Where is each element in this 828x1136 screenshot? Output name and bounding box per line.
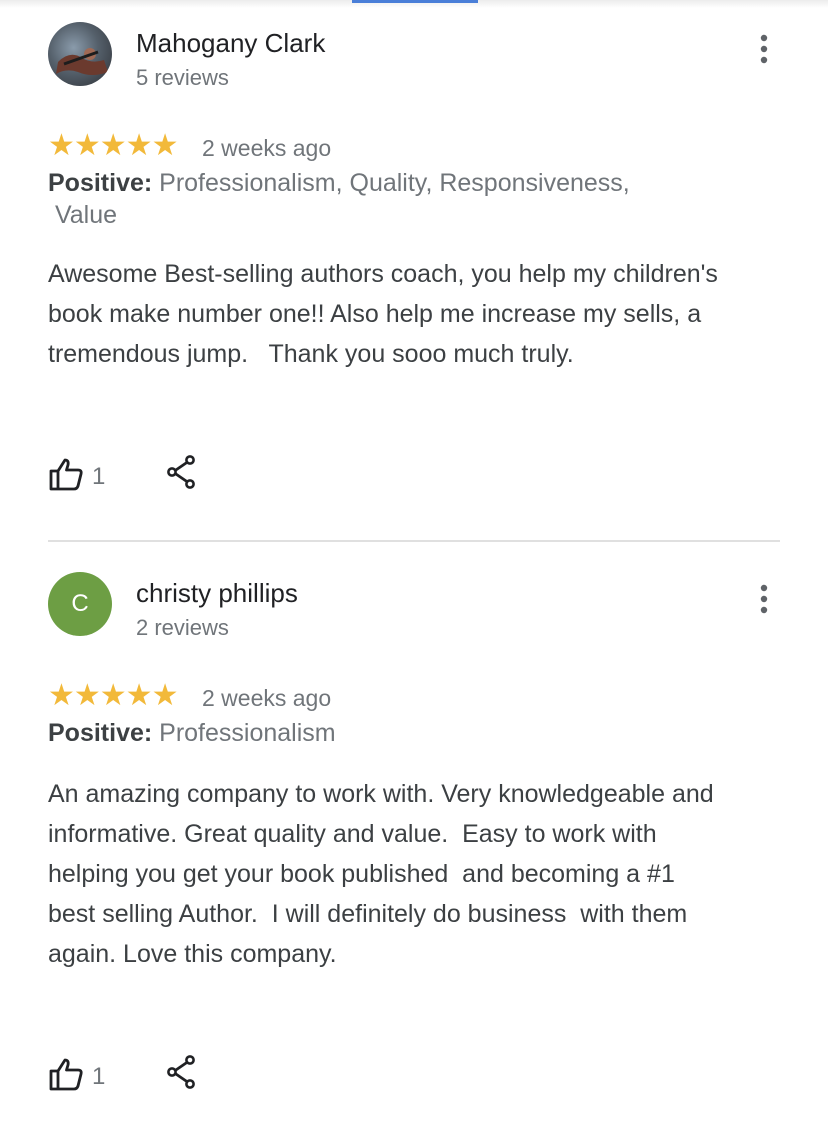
star-rating: ★★★★★: [48, 679, 178, 712]
reviewer-name[interactable]: Mahogany Clark: [136, 28, 325, 58]
like-count: 1: [92, 1063, 106, 1090]
like-button[interactable]: [48, 1056, 84, 1092]
tab-indicator: [352, 0, 478, 3]
reviewer-review-count[interactable]: 5 reviews: [136, 65, 229, 91]
positive-label: Positive:: [48, 719, 153, 747]
more-vert-icon: [760, 584, 768, 614]
share-icon: [167, 455, 195, 489]
reviewer-name[interactable]: christy phillips: [136, 578, 298, 608]
share-button[interactable]: [166, 455, 198, 489]
reviewer-review-count[interactable]: 2 reviews: [136, 615, 229, 641]
review-date: 2 weeks ago: [202, 685, 332, 711]
review-text: An amazing company to work with. Very kn…: [48, 780, 721, 968]
positive-label: Positive:: [48, 169, 153, 197]
more-vert-icon: [760, 34, 768, 64]
profile-photo-icon: [56, 48, 108, 75]
review-divider: [48, 540, 780, 542]
thumb-up-icon: [49, 458, 83, 491]
positive-attributes: Positive: Professionalism, Quality, Resp…: [48, 167, 728, 231]
review-text: Awesome Best-selling authors coach, you …: [48, 260, 725, 368]
more-options-button[interactable]: [752, 33, 776, 65]
thumb-up-icon: [49, 1058, 83, 1091]
avatar-letter: C: [71, 590, 89, 617]
star-rating: ★★★★★: [48, 129, 178, 162]
review-date: 2 weeks ago: [202, 135, 332, 161]
reviewer-avatar[interactable]: C: [48, 572, 112, 636]
like-button[interactable]: [48, 456, 84, 492]
positive-values: Professionalism: [159, 719, 336, 747]
positive-attributes: Positive: Professionalism: [48, 717, 728, 749]
more-options-button[interactable]: [752, 583, 776, 615]
share-button[interactable]: [166, 1055, 198, 1089]
share-icon: [167, 1055, 195, 1089]
like-count: 1: [92, 463, 106, 490]
reviewer-avatar[interactable]: [48, 22, 112, 86]
